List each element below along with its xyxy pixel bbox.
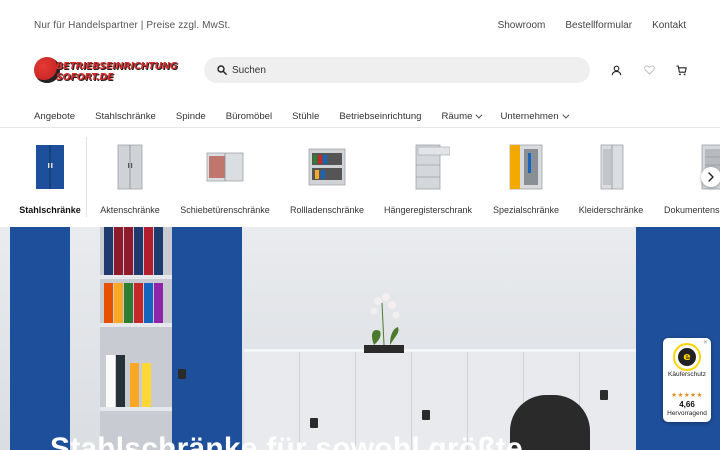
file-cabinet-image	[117, 144, 143, 190]
hero-banner[interactable]: Stahlschränke für sowohl größte	[0, 227, 720, 450]
special-cabinet-image	[509, 144, 543, 190]
trust-seal-icon: e	[673, 343, 701, 371]
hero-shelf-with-binders	[100, 227, 172, 450]
category-label: Hängeregisterschrank	[383, 205, 473, 215]
nav-item-betriebseinrichtung[interactable]: Betriebseinrichtung	[339, 111, 421, 122]
showroom-link[interactable]: Showroom	[498, 20, 546, 31]
nav-item-label: Betriebseinrichtung	[339, 111, 422, 122]
sliding-door-cabinet-image	[206, 152, 244, 182]
nav-item-stahlschraenke[interactable]: Stahlschränke	[95, 111, 156, 122]
category-label: Kleiderschränke	[578, 205, 644, 215]
category-spezialschraenke[interactable]: Spezialschränke	[488, 129, 564, 227]
category-label: Aktenschränke	[100, 205, 160, 215]
chevron-down-icon	[475, 111, 483, 119]
category-kleiderschraenke[interactable]: Kleiderschränke	[574, 129, 648, 227]
search-icon	[217, 65, 227, 75]
header-icons	[604, 62, 690, 78]
rating-stars: ★★★★★	[671, 392, 703, 399]
category-label: Spezialschränke	[492, 205, 560, 215]
logo-text-line1: Betriebseinrichtung	[56, 61, 178, 72]
order-form-link[interactable]: Bestellformular	[565, 20, 632, 31]
nav-item-bueromoebel[interactable]: Büromöbel	[226, 111, 272, 122]
nav-item-label: Stühle	[292, 111, 320, 122]
nav-item-label: Räume	[441, 111, 473, 122]
header: Betriebseinrichtung sofort.de	[0, 50, 720, 94]
close-icon[interactable]: ✕	[703, 339, 708, 346]
hero-cabinet-door-left	[10, 227, 70, 450]
category-stahlschraenke[interactable]: Stahlschränke	[14, 129, 86, 227]
carousel-next-button[interactable]	[701, 167, 720, 187]
category-label: Stahlschränke	[19, 205, 81, 215]
trade-partner-note: Nur für Handelspartner | Preise zzgl. Mw…	[34, 20, 231, 31]
trust-seal-letter: e	[678, 348, 696, 366]
nav-item-angebote[interactable]: Angebote	[34, 111, 75, 122]
wardrobe-cabinet-image	[600, 144, 624, 190]
category-haengeregisterschrank[interactable]: Hängeregisterschrank	[380, 129, 476, 227]
hero-headline: Stahlschränke für sowohl größte	[50, 432, 523, 450]
buyer-protection-label: Käuferschutz	[668, 371, 706, 378]
top-links: Showroom Bestellformular Kontakt	[498, 20, 686, 31]
category-rollladenschraenke[interactable]: Rollladenschränke	[286, 129, 368, 227]
cart-icon[interactable]	[673, 62, 689, 78]
site-logo[interactable]: Betriebseinrichtung sofort.de	[34, 55, 184, 85]
top-bar: Nur für Handelspartner | Preise zzgl. Mw…	[0, 0, 720, 50]
roller-shutter-cabinet-image	[308, 148, 346, 186]
nav-item-label: Spinde	[175, 111, 206, 122]
hero-orchid-plant	[364, 293, 404, 353]
rating-grade: Hervorragend	[667, 410, 707, 417]
wishlist-heart-icon[interactable]	[641, 62, 657, 78]
category-carousel: Stahlschränke Aktenschränke Schiebetüren…	[0, 129, 720, 227]
main-navigation: Angebote Stahlschränke Spinde Büromöbel …	[0, 104, 720, 128]
chevron-down-icon	[561, 111, 570, 119]
steel-cabinet-blue-image	[36, 145, 64, 189]
account-icon[interactable]	[608, 62, 624, 78]
trusted-shops-badge[interactable]: ✕ e Käuferschutz ★★★★★ 4,66 Hervorragend	[663, 338, 711, 422]
category-label: Rollladenschränke	[289, 205, 365, 215]
category-label: Schiebetürenschränke	[180, 205, 270, 215]
nav-item-label: Unternehmen	[500, 111, 559, 122]
search-bar[interactable]	[204, 57, 590, 83]
logo-text-line2: sofort.de	[56, 72, 114, 83]
category-label: Dokumentenschränke	[664, 205, 720, 215]
nav-item-label: Angebote	[34, 111, 76, 122]
chevron-right-icon	[708, 172, 714, 182]
contact-link[interactable]: Kontakt	[652, 20, 686, 31]
nav-item-unternehmen[interactable]: Unternehmen	[500, 111, 570, 122]
nav-item-label: Büromöbel	[225, 111, 273, 122]
hero-cabinet-door-middle	[172, 227, 242, 450]
category-aktenschraenke[interactable]: Aktenschränke	[92, 129, 168, 227]
search-input[interactable]	[232, 57, 572, 83]
nav-item-label: Stahlschränke	[95, 111, 156, 122]
category-divider	[86, 137, 87, 217]
suspension-file-cabinet-image	[415, 144, 450, 190]
rating-score: 4,66	[679, 400, 695, 409]
nav-item-spinde[interactable]: Spinde	[176, 111, 206, 122]
category-schiebetuerenschraenke[interactable]: Schiebetürenschränke	[176, 129, 274, 227]
nav-item-raeume[interactable]: Räume	[441, 111, 483, 122]
nav-item-stuehle[interactable]: Stühle	[292, 111, 319, 122]
